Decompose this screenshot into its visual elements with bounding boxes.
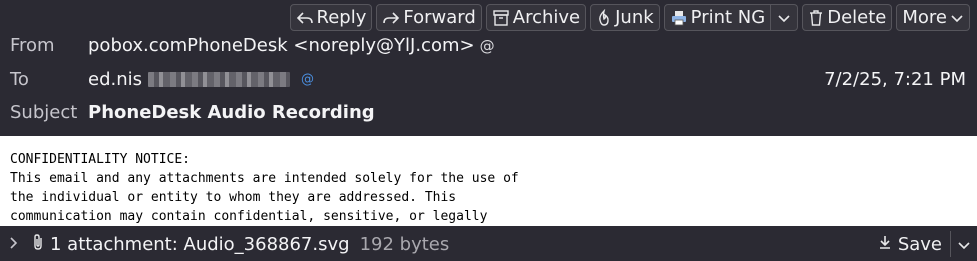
contact-at-icon[interactable]: @ bbox=[301, 72, 314, 87]
redacted-text bbox=[148, 72, 291, 87]
junk-button[interactable]: Junk bbox=[590, 4, 660, 31]
subject-text: PhoneDesk Audio Recording bbox=[88, 102, 375, 123]
message-toolbar: Reply Forward Archive Junk Print NG Dele… bbox=[289, 4, 970, 31]
junk-label: Junk bbox=[615, 7, 654, 28]
message-body-text: CONFIDENTIALITY NOTICE: This email and a… bbox=[10, 152, 519, 224]
from-address[interactable]: pobox.comPhoneDesk <noreply@YlJ.com> bbox=[88, 35, 475, 56]
to-address[interactable]: ed.nis bbox=[88, 69, 142, 90]
save-options-dropdown[interactable] bbox=[950, 231, 977, 257]
to-field[interactable]: ed.nis @ bbox=[88, 69, 314, 90]
archive-button[interactable]: Archive bbox=[485, 4, 587, 31]
reply-icon bbox=[296, 10, 314, 26]
message-date: 7/2/25, 7:21 PM bbox=[824, 69, 966, 90]
to-label: To bbox=[10, 69, 29, 90]
reply-button[interactable]: Reply bbox=[289, 4, 373, 31]
junk-flame-icon bbox=[596, 8, 612, 27]
archive-label: Archive bbox=[512, 7, 581, 28]
from-label: From bbox=[10, 35, 55, 56]
print-label: Print NG bbox=[690, 7, 766, 28]
subject-label: Subject bbox=[10, 102, 78, 123]
contact-at-icon[interactable]: @ bbox=[480, 37, 495, 55]
forward-icon bbox=[382, 10, 400, 26]
download-icon bbox=[878, 234, 892, 255]
chevron-down-icon bbox=[777, 13, 791, 23]
save-button[interactable]: Save bbox=[870, 231, 950, 257]
forward-label: Forward bbox=[403, 7, 476, 28]
message-body: CONFIDENTIALITY NOTICE: This email and a… bbox=[0, 136, 977, 226]
attachment-summary[interactable]: 1 attachment: Audio_368867.svg bbox=[50, 234, 350, 255]
reply-label: Reply bbox=[316, 7, 367, 28]
forward-button[interactable]: Forward bbox=[376, 4, 482, 31]
expand-chevron-icon[interactable] bbox=[8, 235, 18, 254]
printer-icon bbox=[670, 9, 688, 27]
print-button[interactable]: Print NG bbox=[663, 4, 772, 31]
chevron-down-icon bbox=[957, 234, 971, 255]
paperclip-icon bbox=[32, 233, 44, 256]
save-label: Save bbox=[897, 233, 942, 255]
more-label: More bbox=[902, 7, 947, 28]
more-button[interactable]: More bbox=[896, 4, 970, 31]
chevron-down-icon bbox=[950, 13, 964, 23]
from-field[interactable]: pobox.comPhoneDesk <noreply@YlJ.com> @ bbox=[88, 35, 495, 56]
save-split-button: Save bbox=[870, 231, 977, 257]
delete-button[interactable]: Delete bbox=[802, 4, 893, 31]
delete-label: Delete bbox=[827, 7, 887, 28]
print-split-button: Print NG bbox=[663, 4, 799, 31]
attachment-bar: 1 attachment: Audio_368867.svg 192 bytes… bbox=[0, 227, 977, 261]
archive-icon bbox=[492, 9, 510, 27]
print-options-dropdown[interactable] bbox=[771, 4, 799, 31]
trash-icon bbox=[808, 9, 824, 27]
attachment-size: 192 bytes bbox=[359, 233, 450, 255]
